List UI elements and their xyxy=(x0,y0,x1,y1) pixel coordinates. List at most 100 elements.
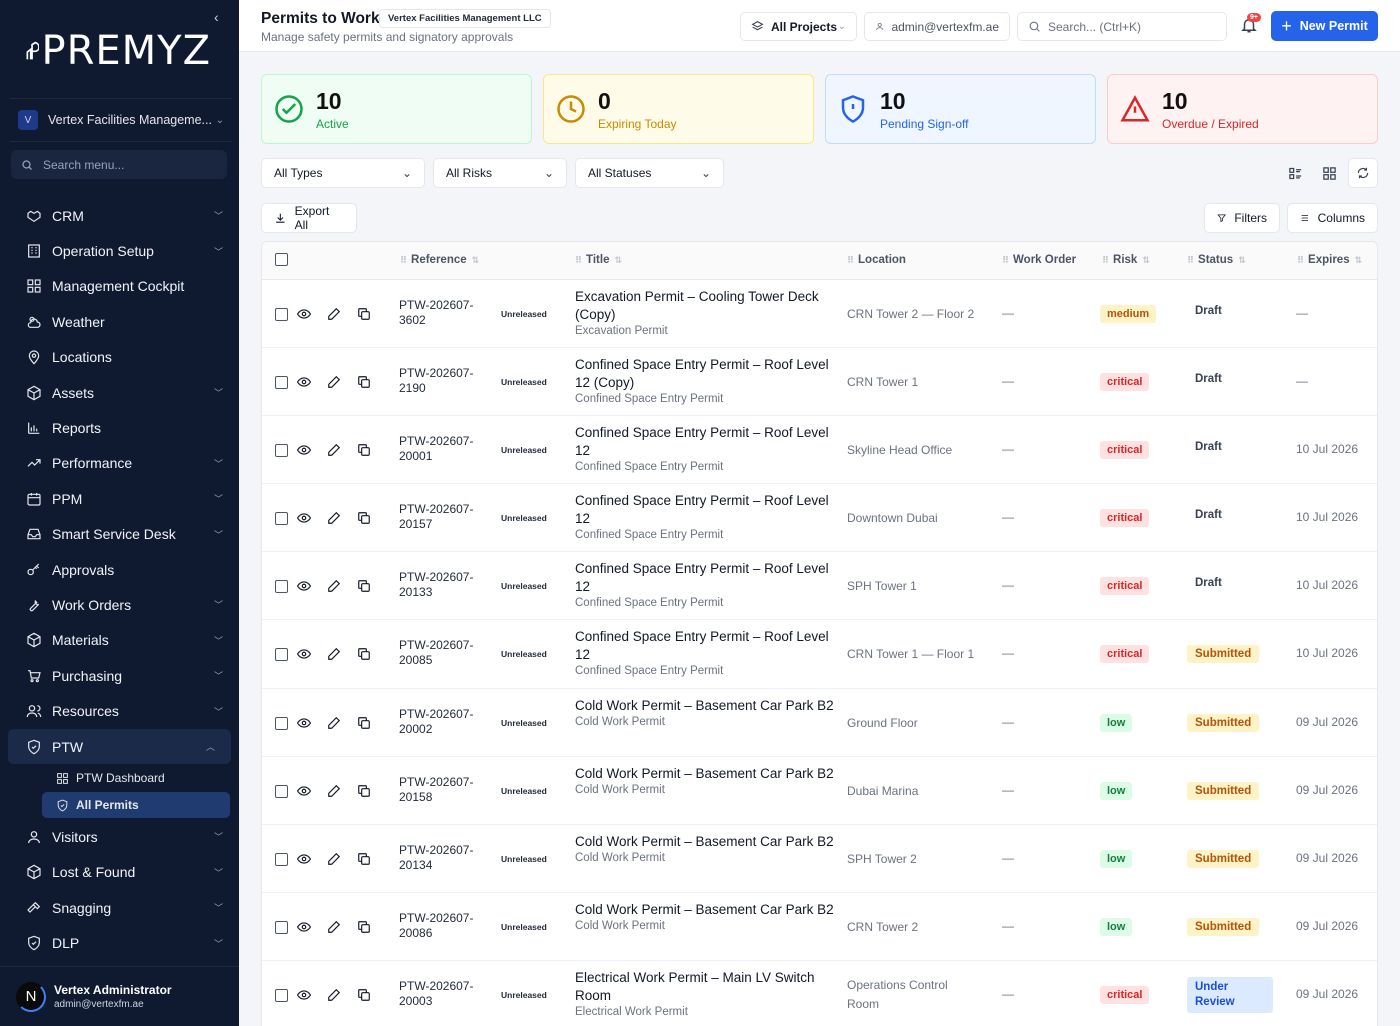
table-row[interactable]: PTW-202607-20002 Unreleased Cold Work Pe… xyxy=(262,689,1377,757)
permit-title-cell[interactable]: Excavation Permit – Cooling Tower Deck (… xyxy=(575,288,835,337)
list-view-button[interactable] xyxy=(1280,158,1310,188)
copy-icon[interactable] xyxy=(357,579,371,593)
pencil-icon[interactable] xyxy=(327,375,341,389)
table-row[interactable]: PTW-202607-2190 Unreleased Confined Spac… xyxy=(262,348,1377,417)
table-row[interactable]: PTW-202607-20134 Unreleased Cold Work Pe… xyxy=(262,825,1377,893)
project-selector[interactable]: All Projects ⌄ xyxy=(740,12,857,41)
row-checkbox[interactable] xyxy=(275,444,288,458)
column-header-work-order[interactable]: ⠿ Work Order xyxy=(1002,254,1076,266)
select-all-checkbox[interactable] xyxy=(275,253,288,266)
eye-icon[interactable] xyxy=(297,988,311,1002)
copy-icon[interactable] xyxy=(357,307,371,321)
permit-reference[interactable]: PTW-202607-20001 xyxy=(399,434,489,464)
permit-reference[interactable]: PTW-202607-20002 xyxy=(399,707,489,737)
sidebar-item-work-orders[interactable]: Work Orders ﹀ xyxy=(0,587,239,622)
copy-icon[interactable] xyxy=(357,647,371,661)
eye-icon[interactable] xyxy=(297,852,311,866)
permit-title-cell[interactable]: Confined Space Entry Permit – Roof Level… xyxy=(575,492,835,541)
row-checkbox[interactable] xyxy=(275,308,288,321)
user-profile[interactable]: N Vertex Administrator admin@vertexfm.ae xyxy=(0,966,239,1026)
sidebar-item-smart-service-desk[interactable]: Smart Service Desk ﹀ xyxy=(0,517,239,552)
column-header-title[interactable]: ⠿ Title ⇅ xyxy=(575,254,622,266)
sidebar-subitem-all-permits[interactable]: All Permits xyxy=(42,792,230,819)
row-checkbox[interactable] xyxy=(275,648,288,662)
eye-icon[interactable] xyxy=(297,716,311,730)
pencil-icon[interactable] xyxy=(327,443,341,457)
column-header-risk[interactable]: ⠿ Risk ⇅ xyxy=(1102,254,1150,266)
risk-filter-select[interactable]: All Risks ⌄ xyxy=(433,158,567,188)
row-checkbox[interactable] xyxy=(275,716,288,730)
row-checkbox[interactable] xyxy=(275,784,288,798)
collapse-sidebar-icon[interactable]: ‹ xyxy=(214,9,219,25)
permit-title-cell[interactable]: Confined Space Entry Permit – Roof Level… xyxy=(575,356,835,405)
permit-title-cell[interactable]: Confined Space Entry Permit – Roof Level… xyxy=(575,560,835,609)
account-menu[interactable]: admin@vertexfm.ae xyxy=(864,12,1010,41)
pencil-icon[interactable] xyxy=(327,579,341,593)
grid-view-button[interactable] xyxy=(1314,158,1344,188)
eye-icon[interactable] xyxy=(297,307,311,321)
sidebar-item-assets[interactable]: Assets ﹀ xyxy=(0,375,239,410)
pencil-icon[interactable] xyxy=(327,716,341,730)
eye-icon[interactable] xyxy=(297,511,311,525)
sidebar-item-dlp[interactable]: DLP ﹀ xyxy=(0,925,239,960)
stat-card-expiring[interactable]: 0 Expiring Today xyxy=(543,74,814,144)
table-row[interactable]: PTW-202607-20158 Unreleased Cold Work Pe… xyxy=(262,757,1377,825)
table-row[interactable]: PTW-202607-20003 Unreleased Electrical W… xyxy=(262,961,1377,1026)
permit-reference[interactable]: PTW-202607-20003 xyxy=(399,979,489,1009)
column-header-location[interactable]: ⠿ Location xyxy=(847,254,906,266)
eye-icon[interactable] xyxy=(297,443,311,457)
table-row[interactable]: PTW-202607-20133 Unreleased Confined Spa… xyxy=(262,552,1377,621)
columns-button[interactable]: Columns xyxy=(1287,203,1378,233)
copy-icon[interactable] xyxy=(357,988,371,1002)
pencil-icon[interactable] xyxy=(327,307,341,321)
permit-title-cell[interactable]: Cold Work Permit – Basement Car Park B2 … xyxy=(575,765,835,796)
org-switcher[interactable]: V Vertex Facilities Manageme... ⌄ xyxy=(10,98,232,142)
stat-card-pending[interactable]: 10 Pending Sign-off xyxy=(825,74,1096,144)
copy-icon[interactable] xyxy=(357,375,371,389)
permit-title-cell[interactable]: Confined Space Entry Permit – Roof Level… xyxy=(575,628,835,677)
sidebar-item-ptw[interactable]: PTW ︿ xyxy=(8,728,231,765)
permit-reference[interactable]: PTW-202607-20085 xyxy=(399,638,489,668)
column-header-reference[interactable]: ⠿ Reference ⇅ xyxy=(400,254,479,266)
row-checkbox[interactable] xyxy=(275,988,288,1002)
table-row[interactable]: PTW-202607-20001 Unreleased Confined Spa… xyxy=(262,416,1377,485)
copy-icon[interactable] xyxy=(357,443,371,457)
permit-reference[interactable]: PTW-202607-20157 xyxy=(399,502,489,532)
copy-icon[interactable] xyxy=(357,716,371,730)
sidebar-item-performance[interactable]: Performance ﹀ xyxy=(0,446,239,481)
refresh-button[interactable] xyxy=(1348,158,1378,188)
row-checkbox[interactable] xyxy=(275,376,288,390)
sidebar-item-reports[interactable]: Reports xyxy=(0,410,239,445)
sidebar-item-locations[interactable]: Locations xyxy=(0,340,239,375)
pencil-icon[interactable] xyxy=(327,988,341,1002)
permit-reference[interactable]: PTW-202607-20133 xyxy=(399,570,489,600)
sidebar-item-ppm[interactable]: PPM ﹀ xyxy=(0,481,239,516)
row-checkbox[interactable] xyxy=(275,920,288,934)
sidebar-item-lost-found[interactable]: Lost & Found ﹀ xyxy=(0,855,239,890)
row-checkbox[interactable] xyxy=(275,852,288,866)
pencil-icon[interactable] xyxy=(327,511,341,525)
copy-icon[interactable] xyxy=(357,920,371,934)
permit-title-cell[interactable]: Confined Space Entry Permit – Roof Level… xyxy=(575,424,835,473)
pencil-icon[interactable] xyxy=(327,852,341,866)
sidebar-item-operation-setup[interactable]: Operation Setup ﹀ xyxy=(0,233,239,268)
permit-reference[interactable]: PTW-202607-20086 xyxy=(399,911,489,941)
export-all-button[interactable]: Export All xyxy=(261,203,357,233)
eye-icon[interactable] xyxy=(297,647,311,661)
permit-title-cell[interactable]: Electrical Work Permit – Main LV Switch … xyxy=(575,969,835,1018)
copy-icon[interactable] xyxy=(357,784,371,798)
type-filter-select[interactable]: All Types ⌄ xyxy=(261,158,425,188)
permit-reference[interactable]: PTW-202607-20134 xyxy=(399,843,489,873)
sidebar-item-snagging[interactable]: Snagging ﹀ xyxy=(0,890,239,925)
sidebar-item-materials[interactable]: Materials ﹀ xyxy=(0,623,239,658)
pencil-icon[interactable] xyxy=(327,784,341,798)
filters-button[interactable]: Filters xyxy=(1204,203,1280,233)
menu-search-input[interactable]: Search menu... xyxy=(11,150,227,179)
sidebar-item-crm[interactable]: CRM ﹀ xyxy=(0,198,239,233)
eye-icon[interactable] xyxy=(297,784,311,798)
column-header-expires[interactable]: ⠿ Expires ⇅ xyxy=(1297,254,1362,266)
table-row[interactable]: PTW-202607-3602 Unreleased Excavation Pe… xyxy=(262,280,1377,349)
sidebar-item-resources[interactable]: Resources ﹀ xyxy=(0,693,239,728)
copy-icon[interactable] xyxy=(357,852,371,866)
stat-card-overdue[interactable]: 10 Overdue / Expired xyxy=(1107,74,1378,144)
